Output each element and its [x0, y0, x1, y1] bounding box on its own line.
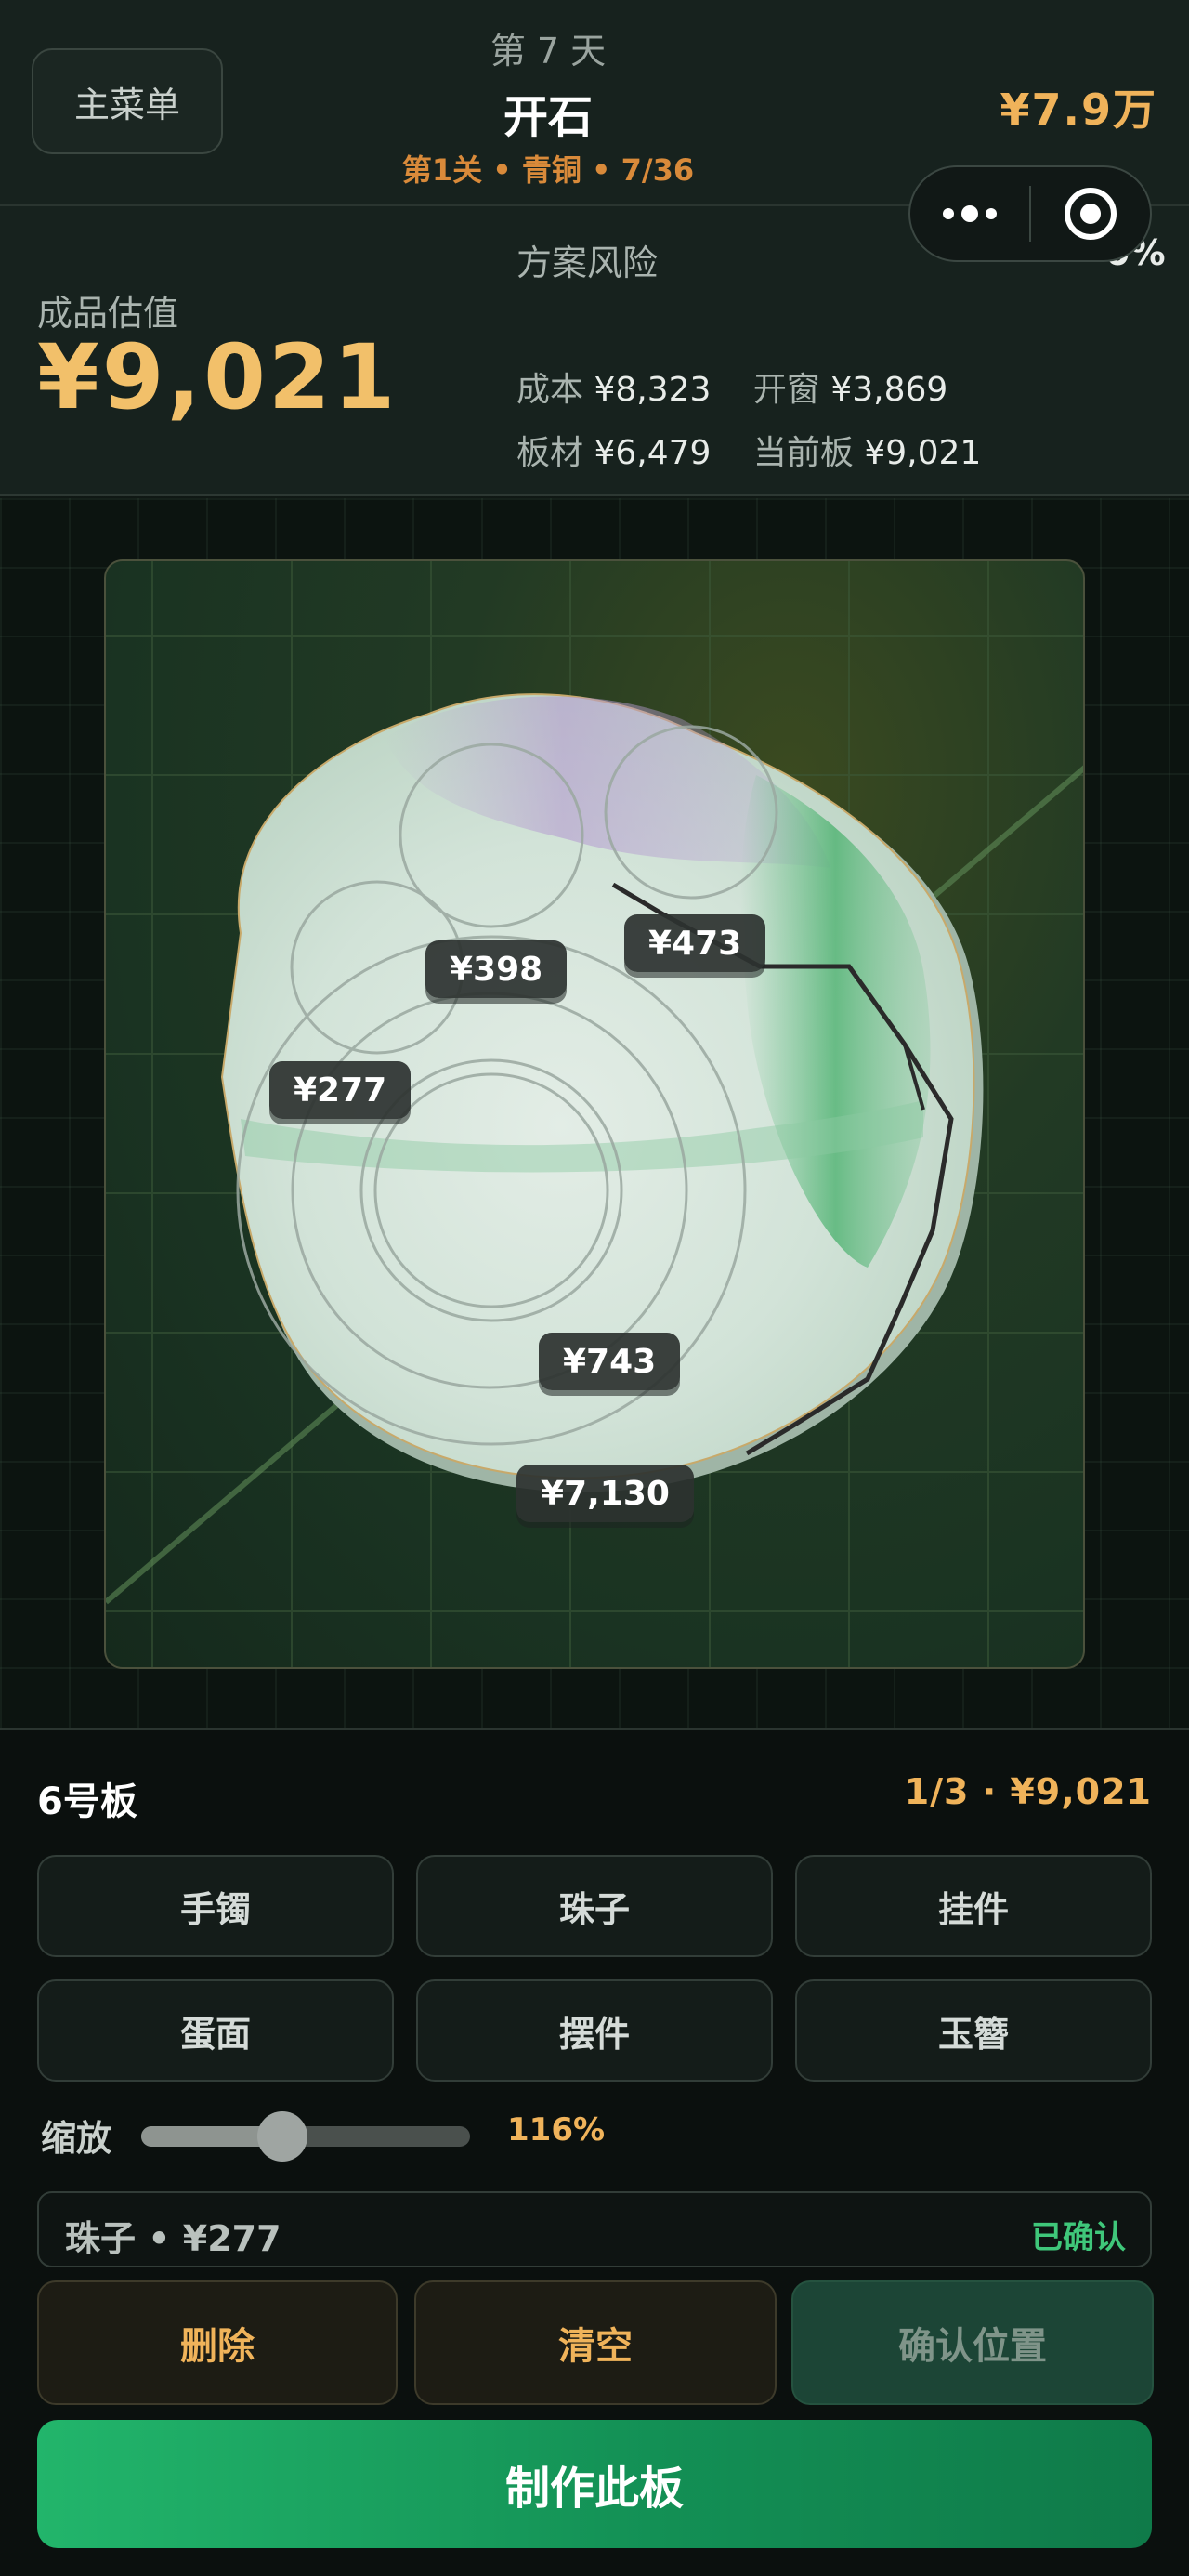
type-bangle-button[interactable]: 手镯 [37, 1855, 394, 1957]
stats-row-2: 板材 ¥6,479 当前板 ¥9,021 [516, 426, 1013, 474]
window-label: 开窗 [752, 371, 820, 409]
page-title: 开石 [503, 91, 593, 143]
board-meta: 1/3 · ¥9,021 [904, 1771, 1152, 1812]
estimate-value: ¥9,021 [37, 325, 399, 429]
price-tag-743[interactable]: ¥743 [539, 1333, 681, 1390]
day-counter: 第 7 天 [490, 31, 607, 72]
type-pendant-button[interactable]: 挂件 [795, 1855, 1152, 1957]
selection-text: 珠子 • ¥277 [65, 2218, 281, 2259]
selection-bar[interactable]: 珠子 • ¥277 已确认 [37, 2191, 1152, 2267]
zoom-label: 缩放 [41, 2118, 112, 2159]
control-panel: 6号板 1/3 · ¥9,021 手镯 珠子 挂件 蛋面 摆件 玉簪 缩放 11… [0, 1730, 1189, 2576]
work-area: ¥398 ¥473 ¥277 ¥743 ¥7,130 [0, 498, 1189, 1730]
price-tag-beads-398[interactable]: ¥398 [425, 940, 568, 998]
confirm-position-button[interactable]: 确认位置 [791, 2280, 1154, 2405]
current-board-value: ¥9,021 [864, 434, 982, 472]
zoom-slider-thumb[interactable] [257, 2111, 308, 2162]
money-balance: ¥7.9万 [1000, 85, 1157, 135]
app-root: 主菜单 第 7 天 开石 第1关 • 青铜 • 7/36 ¥7.9万 成品估值 … [0, 0, 1189, 2576]
type-ornament-button[interactable]: 摆件 [416, 1979, 773, 2082]
price-tag-7130[interactable]: ¥7,130 [516, 1465, 694, 1522]
slab-label: 板材 [516, 434, 584, 472]
type-hairpin-button[interactable]: 玉簪 [795, 1979, 1152, 2082]
more-dots-icon[interactable] [910, 167, 1029, 260]
current-board-label: 当前板 [752, 434, 854, 472]
stats-row-1: 成本 ¥8,323 开窗 ¥3,869 [516, 362, 979, 411]
selection-status: 已确认 [1031, 2219, 1126, 2256]
target-icon[interactable] [1031, 167, 1150, 260]
risk-label: 方案风险 [516, 243, 659, 283]
type-beads-button[interactable]: 珠子 [416, 1855, 773, 1957]
type-cabochon-button[interactable]: 蛋面 [37, 1979, 394, 2082]
board-name: 6号板 [37, 1781, 137, 1823]
cost-label: 成本 [516, 371, 584, 409]
price-tag-277[interactable]: ¥277 [269, 1061, 412, 1119]
make-board-button[interactable]: 制作此板 [37, 2420, 1152, 2548]
miniprogram-capsule [908, 165, 1152, 262]
clear-button[interactable]: 清空 [414, 2280, 777, 2405]
slab-value: ¥6,479 [594, 434, 712, 472]
window-value: ¥3,869 [830, 371, 948, 409]
zoom-value: 116% [507, 2111, 606, 2149]
cost-value: ¥8,323 [594, 371, 712, 409]
price-tag-473[interactable]: ¥473 [624, 914, 766, 972]
delete-button[interactable]: 删除 [37, 2280, 398, 2405]
jade-board[interactable]: ¥398 ¥473 ¥277 ¥743 ¥7,130 [104, 559, 1085, 1669]
